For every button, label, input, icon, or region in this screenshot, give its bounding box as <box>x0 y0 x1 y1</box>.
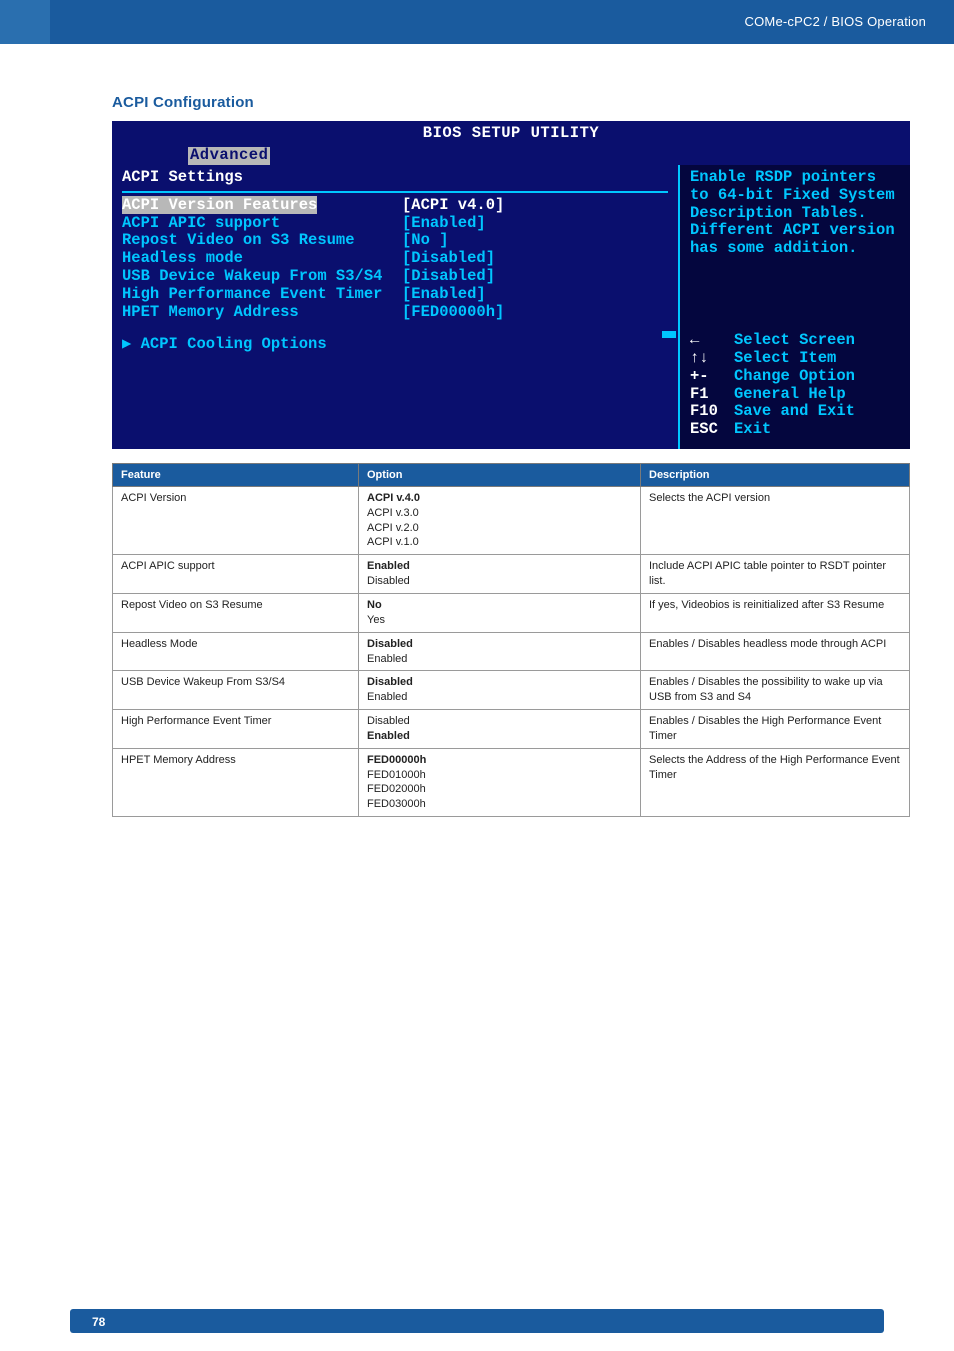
table-row: ACPI Version ACPI v.4.0ACPI v.3.0 ACPI v… <box>113 486 910 554</box>
nav-general-help: F1General Help <box>690 386 902 404</box>
cell-feature: High Performance Event Timer <box>113 710 359 749</box>
bios-item-hpet-address[interactable]: HPET Memory Address [FED00000h] <box>122 304 668 322</box>
bios-item-repost-video[interactable]: Repost Video on S3 Resume [No ] <box>122 232 668 250</box>
table-body: ACPI Version ACPI v.4.0ACPI v.3.0 ACPI v… <box>113 486 910 816</box>
bios-item-label: High Performance Event Timer <box>122 286 402 304</box>
spacer <box>122 322 668 336</box>
bios-item-value: [ACPI v4.0] <box>402 197 504 215</box>
cell-option: FED00000hFED01000h FED02000h FED03000h <box>359 748 641 816</box>
bios-item-hpet[interactable]: High Performance Event Timer [Enabled] <box>122 286 668 304</box>
cell-option: DisabledEnabled <box>359 671 641 710</box>
footer-bar <box>70 1309 884 1333</box>
cell-option: NoYes <box>359 594 641 633</box>
header-band: COMe-cPC2 / BIOS Operation <box>0 0 954 44</box>
col-option: Option <box>359 463 641 486</box>
bios-item-label: Headless mode <box>122 250 402 268</box>
bios-divider <box>122 191 668 193</box>
bios-panel-heading: ACPI Settings <box>122 169 668 187</box>
bios-submenu-label: ▶ ACPI Cooling Options <box>122 336 327 354</box>
bios-item-value: [Disabled] <box>402 250 495 268</box>
header-accent-block <box>0 0 50 44</box>
nav-save-exit: F10Save and Exit <box>690 403 902 421</box>
bios-help-text: Enable RSDP pointers to 64-bit Fixed Sys… <box>690 169 902 258</box>
table-row: Headless Mode DisabledEnabled Enables / … <box>113 632 910 671</box>
bios-screenshot: BIOS SETUP UTILITY Advanced ACPI Setting… <box>112 121 910 449</box>
bios-title-bar: BIOS SETUP UTILITY Advanced <box>112 121 910 165</box>
cell-feature: Repost Video on S3 Resume <box>113 594 359 633</box>
page-content: ACPI Configuration BIOS SETUP UTILITY Ad… <box>0 44 954 817</box>
cell-option: EnabledDisabled <box>359 555 641 594</box>
bios-submenu-cooling[interactable]: ▶ ACPI Cooling Options <box>122 336 668 354</box>
bios-item-acpi-version[interactable]: ACPI Version Features [ACPI v4.0] <box>122 197 668 215</box>
nav-exit: ESCExit <box>690 421 902 439</box>
bios-nav-keys: ←Select Screen ↑↓Select Item +-Change Op… <box>690 332 902 439</box>
nav-select-item: ↑↓Select Item <box>690 350 902 368</box>
cell-feature: ACPI APIC support <box>113 555 359 594</box>
cell-feature: HPET Memory Address <box>113 748 359 816</box>
cell-description: Enables / Disables headless mode through… <box>641 632 910 671</box>
table-head: Feature Option Description <box>113 463 910 486</box>
scrollbar-thumb-icon <box>662 331 676 338</box>
bios-active-tab: Advanced <box>188 147 270 165</box>
section-title: ACPI Configuration <box>112 94 884 111</box>
bios-item-usb-wakeup[interactable]: USB Device Wakeup From S3/S4 [Disabled] <box>122 268 668 286</box>
bios-item-value: [Disabled] <box>402 268 495 286</box>
nav-select-screen: ←Select Screen <box>690 332 902 350</box>
bios-item-value: [No ] <box>402 232 449 250</box>
cell-description: Include ACPI APIC table pointer to RSDT … <box>641 555 910 594</box>
cell-description: Enables / Disables the possibility to wa… <box>641 671 910 710</box>
bios-help-panel: Enable RSDP pointers to 64-bit Fixed Sys… <box>678 165 910 449</box>
cell-description: Enables / Disables the High Performance … <box>641 710 910 749</box>
cell-description: Selects the ACPI version <box>641 486 910 554</box>
cell-description: Selects the Address of the High Performa… <box>641 748 910 816</box>
cell-feature: Headless Mode <box>113 632 359 671</box>
page-footer: 78 <box>0 1311 954 1351</box>
breadcrumb: COMe-cPC2 / BIOS Operation <box>745 14 926 29</box>
cell-feature: ACPI Version <box>113 486 359 554</box>
bios-item-value: [FED00000h] <box>402 304 504 322</box>
table-row: HPET Memory Address FED00000hFED01000h F… <box>113 748 910 816</box>
cell-option: DisabledEnabled <box>359 710 641 749</box>
cell-option: DisabledEnabled <box>359 632 641 671</box>
bios-item-label: HPET Memory Address <box>122 304 402 322</box>
bios-item-value: [Enabled] <box>402 286 486 304</box>
bios-item-value: [Enabled] <box>402 215 486 233</box>
bios-item-label: Repost Video on S3 Resume <box>122 232 402 250</box>
cell-description: If yes, Videobios is reinitialized after… <box>641 594 910 633</box>
feature-options-table: Feature Option Description ACPI Version … <box>112 463 910 817</box>
col-feature: Feature <box>113 463 359 486</box>
table-row: High Performance Event Timer DisabledEna… <box>113 710 910 749</box>
bios-item-apic-support[interactable]: ACPI APIC support [Enabled] <box>122 215 668 233</box>
col-description: Description <box>641 463 910 486</box>
page-number: 78 <box>92 1315 105 1329</box>
bios-item-label: USB Device Wakeup From S3/S4 <box>122 268 402 286</box>
table-row: Repost Video on S3 Resume NoYes If yes, … <box>113 594 910 633</box>
nav-change-option: +-Change Option <box>690 368 902 386</box>
bios-main-panel: ACPI Settings ACPI Version Features [ACP… <box>112 165 678 449</box>
table-row: USB Device Wakeup From S3/S4 DisabledEna… <box>113 671 910 710</box>
bios-body: ACPI Settings ACPI Version Features [ACP… <box>112 165 910 449</box>
table-row: ACPI APIC support EnabledDisabled Includ… <box>113 555 910 594</box>
bios-item-headless[interactable]: Headless mode [Disabled] <box>122 250 668 268</box>
bios-utility-title: BIOS SETUP UTILITY <box>423 124 599 142</box>
cell-feature: USB Device Wakeup From S3/S4 <box>113 671 359 710</box>
bios-item-label: ACPI APIC support <box>122 215 402 233</box>
cell-option: ACPI v.4.0ACPI v.3.0 ACPI v.2.0 ACPI v.1… <box>359 486 641 554</box>
bios-item-label: ACPI Version Features <box>122 196 317 214</box>
